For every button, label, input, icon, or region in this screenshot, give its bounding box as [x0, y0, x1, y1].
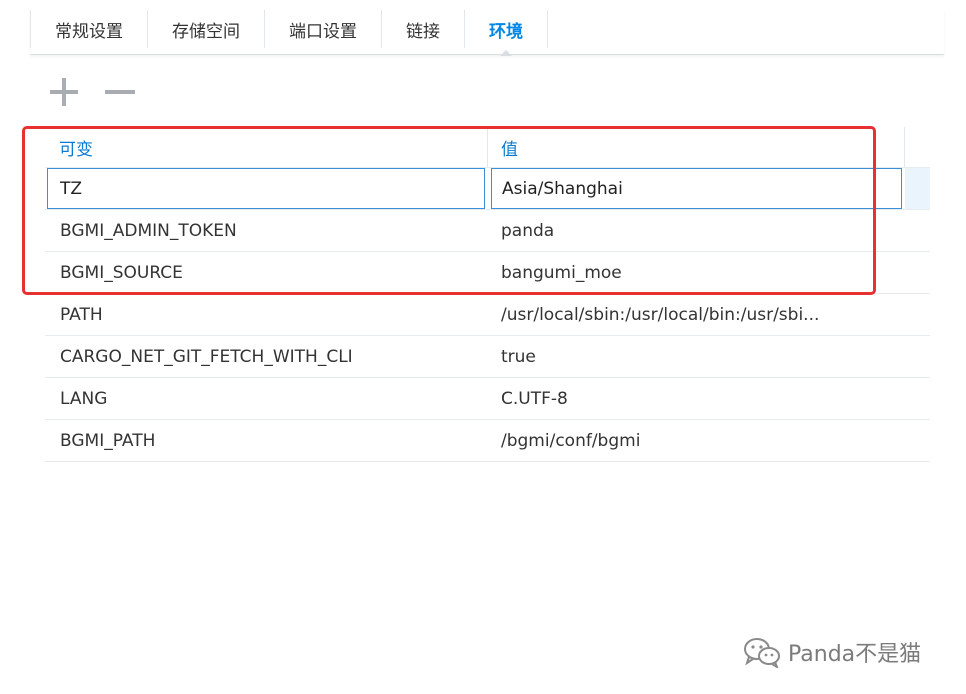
- minus-icon: [105, 90, 135, 94]
- variable-value: panda: [501, 220, 555, 241]
- variable-name: CARGO_NET_GIT_FETCH_WITH_CLI: [60, 346, 353, 367]
- variable-value: true: [501, 346, 536, 367]
- table-row-editing[interactable]: [45, 168, 930, 210]
- tab-links[interactable]: 链接: [382, 10, 465, 48]
- table-row[interactable]: BGMI_ADMIN_TOKEN panda: [45, 210, 930, 252]
- row-spacer: [905, 168, 930, 209]
- variable-name-input[interactable]: [47, 168, 485, 209]
- remove-variable-button[interactable]: [100, 74, 140, 110]
- table-row[interactable]: CARGO_NET_GIT_FETCH_WITH_CLI true: [45, 336, 930, 378]
- plus-icon: [50, 78, 78, 106]
- row-spacer: [905, 420, 930, 461]
- variable-name: BGMI_PATH: [60, 430, 156, 451]
- variable-name: PATH: [60, 304, 103, 325]
- column-header-spacer: [905, 127, 930, 167]
- variable-value: C.UTF-8: [501, 388, 568, 409]
- tab-port-settings[interactable]: 端口设置: [265, 10, 382, 48]
- watermark-text: Panda不是猫: [788, 642, 922, 667]
- environment-table: 可变 值 BGMI_ADMIN_TOKEN panda BGMI_SOURCE …: [45, 127, 930, 462]
- row-spacer: [905, 252, 930, 293]
- table-row[interactable]: PATH /usr/local/sbin:/usr/local/bin:/usr…: [45, 294, 930, 336]
- row-spacer: [905, 378, 930, 419]
- table-header: 可变 值: [45, 127, 930, 168]
- toolbar: [44, 74, 140, 110]
- table-row[interactable]: LANG C.UTF-8: [45, 378, 930, 420]
- variable-value: /usr/local/sbin:/usr/local/bin:/usr/sbi.…: [501, 304, 820, 325]
- table-row[interactable]: BGMI_PATH /bgmi/conf/bgmi: [45, 420, 930, 462]
- variable-value: bangumi_moe: [501, 262, 622, 283]
- row-spacer: [905, 294, 930, 335]
- variable-name: LANG: [60, 388, 108, 409]
- tab-bar: 常规设置 存储空间 端口设置 链接 环境: [30, 8, 944, 56]
- tab-storage[interactable]: 存储空间: [148, 10, 265, 48]
- variable-value-input[interactable]: [491, 168, 902, 209]
- wechat-icon: [744, 638, 780, 668]
- row-spacer: [905, 336, 930, 377]
- value-cell: [488, 168, 905, 209]
- tab-general-settings[interactable]: 常规设置: [30, 10, 148, 48]
- variable-value: /bgmi/conf/bgmi: [501, 430, 641, 451]
- variable-name: BGMI_SOURCE: [60, 262, 183, 283]
- variable-name: BGMI_ADMIN_TOKEN: [60, 220, 237, 241]
- variable-cell: [45, 168, 488, 209]
- column-header-variable[interactable]: 可变: [45, 127, 488, 167]
- column-header-value[interactable]: 值: [488, 127, 905, 167]
- table-row[interactable]: BGMI_SOURCE bangumi_moe: [45, 252, 930, 294]
- add-variable-button[interactable]: [44, 74, 84, 110]
- tab-environment[interactable]: 环境: [465, 10, 548, 56]
- row-spacer: [905, 210, 930, 251]
- watermark: Panda不是猫: [742, 636, 921, 668]
